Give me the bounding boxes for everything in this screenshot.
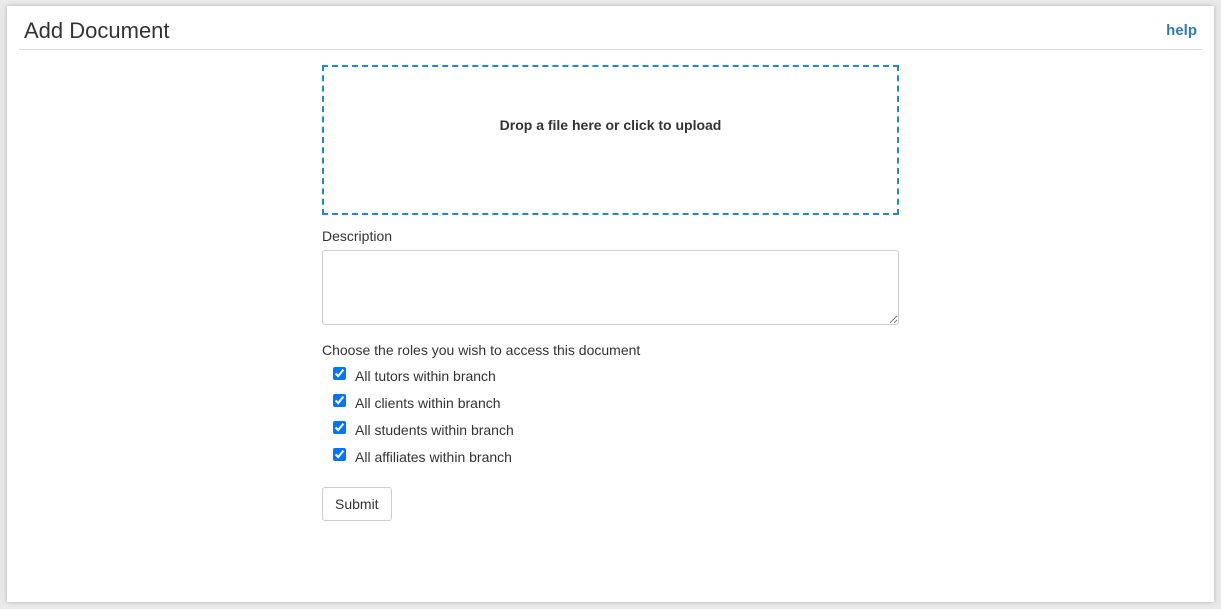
role-checkbox-students[interactable] — [333, 421, 346, 434]
role-label-students: All students within branch — [355, 421, 514, 438]
file-dropzone[interactable]: Drop a file here or click to upload — [322, 65, 899, 215]
panel-header: Add Document help — [19, 6, 1202, 50]
role-item-students: All students within branch — [333, 416, 899, 443]
role-item-clients: All clients within branch — [333, 389, 899, 416]
description-textarea[interactable] — [322, 250, 899, 325]
role-item-tutors: All tutors within branch — [333, 362, 899, 389]
page-title: Add Document — [24, 18, 170, 43]
add-document-panel: Add Document help Drop a file here or cl… — [7, 6, 1214, 602]
role-checkbox-affiliates[interactable] — [333, 448, 346, 461]
dropzone-label: Drop a file here or click to upload — [499, 117, 722, 133]
roles-list: All tutors within branch All clients wit… — [322, 362, 899, 470]
role-item-affiliates: All affiliates within branch — [333, 443, 899, 470]
submit-button[interactable]: Submit — [322, 487, 392, 521]
role-checkbox-clients[interactable] — [333, 394, 346, 407]
role-label-affiliates: All affiliates within branch — [355, 448, 512, 465]
help-link[interactable]: help — [1166, 22, 1197, 39]
role-label-clients: All clients within branch — [355, 394, 501, 411]
role-checkbox-tutors[interactable] — [333, 367, 346, 380]
roles-label: Choose the roles you wish to access this… — [322, 342, 641, 358]
role-label-tutors: All tutors within branch — [355, 367, 496, 384]
add-document-form: Drop a file here or click to upload Desc… — [322, 65, 899, 521]
description-label: Description — [322, 228, 393, 244]
